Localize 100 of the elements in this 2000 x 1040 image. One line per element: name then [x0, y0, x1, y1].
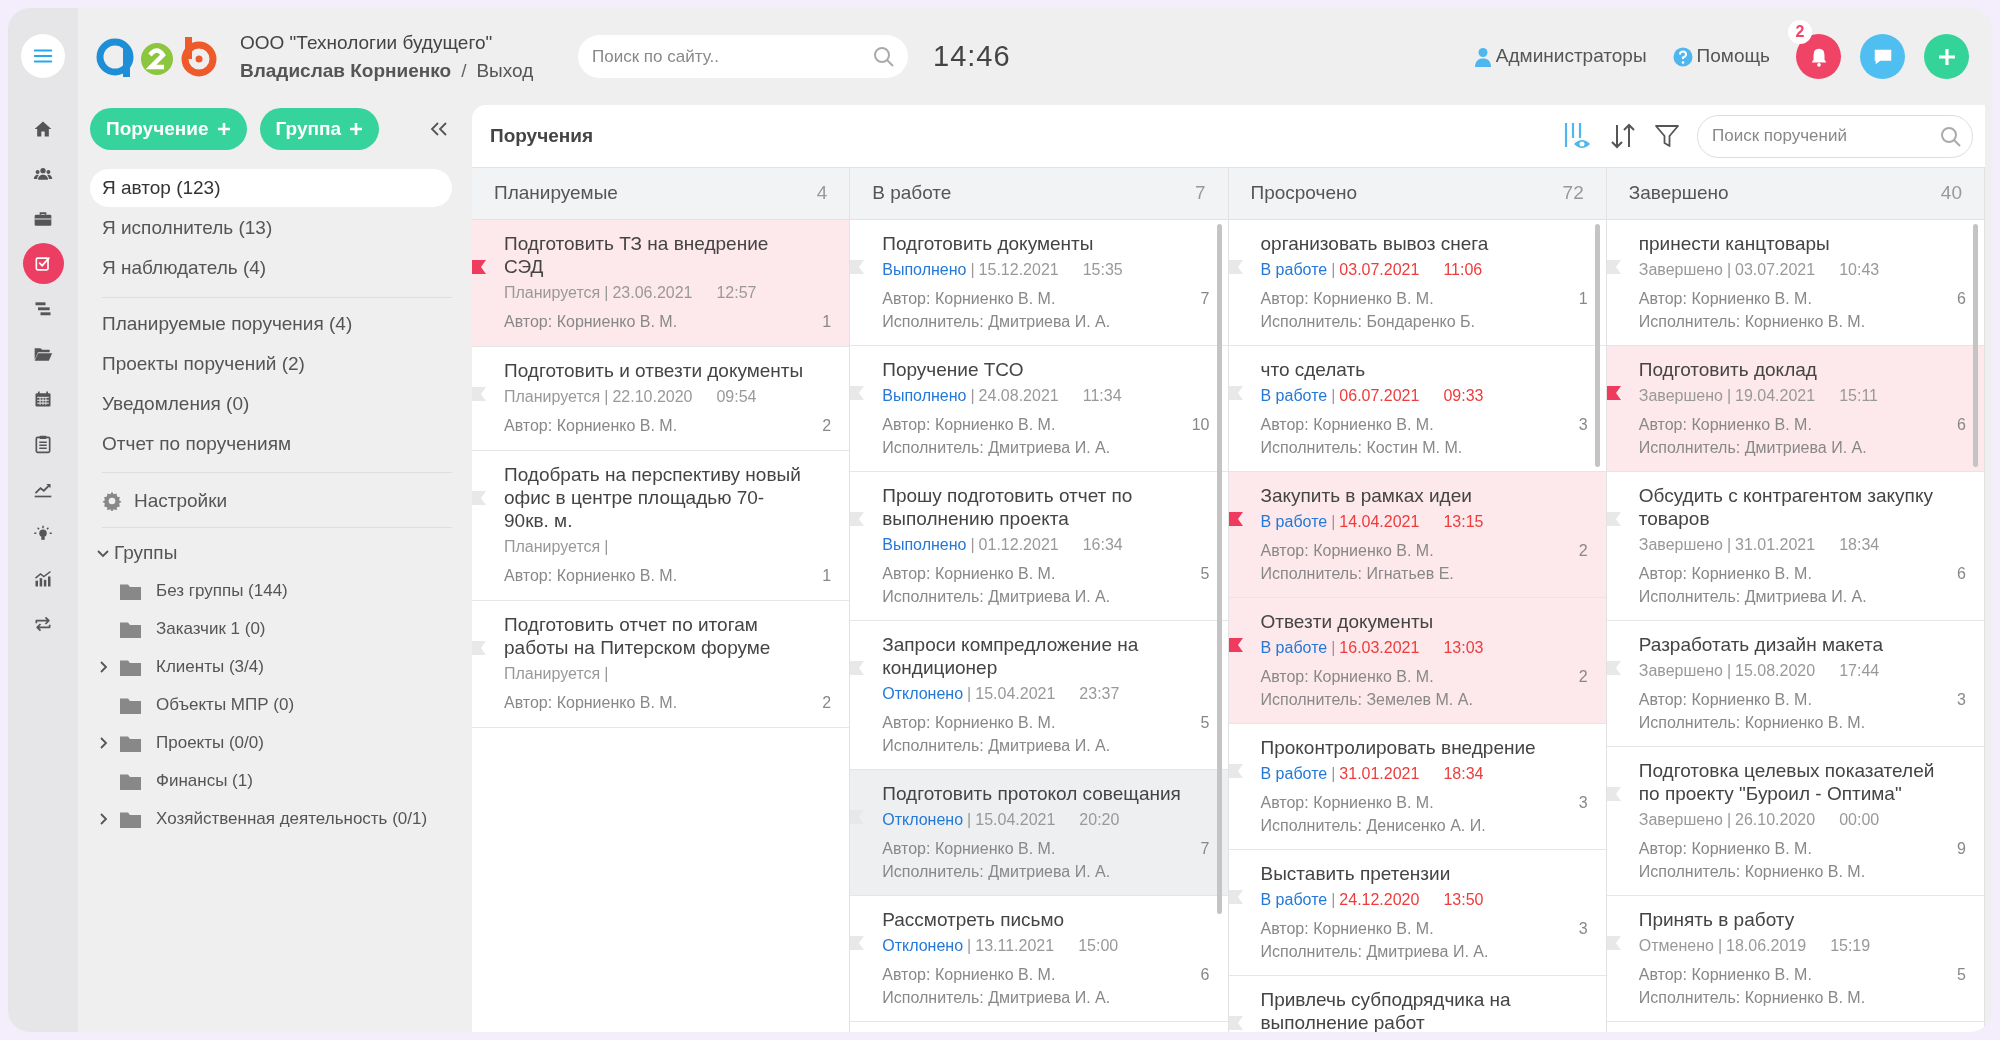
task-author: Автор: Корниенко В. М.	[1260, 793, 1434, 813]
scrollbar[interactable]	[1973, 224, 1978, 467]
search-field[interactable]: Поиск поручений	[1697, 114, 1973, 158]
task-time: 10:43	[1839, 261, 1880, 278]
status-link[interactable]: В работе	[1260, 387, 1328, 404]
separator: |	[1717, 937, 1723, 954]
task-title: Подготовить доклад	[1638, 358, 1818, 381]
group-item[interactable]: Объекты МПР (0)	[90, 686, 452, 724]
task-card[interactable]: Закупить в рамках идеи В работе | 14.04.2021 13:15 Автор: Корниенко В. М. 2 Исполнитель: Игнатьев Е.	[1228, 472, 1606, 598]
search-field[interactable]: Поиск по сайту..	[578, 35, 908, 78]
task-time: 17:44	[1839, 662, 1880, 679]
task-time: 16:34	[1082, 536, 1123, 553]
task-executor: Исполнитель: Корниенко В. М.	[1638, 862, 1867, 882]
separator: |	[1331, 387, 1336, 404]
task-card[interactable]: Подготовить доклад Завершено | 19.04.2021 15:11 Автор: Корниенко В. М. 6 Исполнитель: Дмитриева И. А.	[1606, 346, 1984, 472]
task-time: 18:34	[1839, 536, 1880, 553]
task-executor: Исполнитель: Дмитриева И. А.	[1638, 438, 1868, 458]
task-executor: Исполнитель: Корниенко В. М.	[1638, 312, 1867, 332]
task-executor: Исполнитель: Корниенко В. М.	[1638, 713, 1867, 733]
status-link[interactable]: Выполнено	[882, 387, 967, 404]
group-item[interactable]: Хозяйственная деятельность (0/1)	[90, 800, 452, 838]
status-link[interactable]: Отклонено	[882, 937, 964, 954]
groups-header[interactable]: Группы	[90, 534, 452, 572]
comment-count: 7	[1200, 289, 1210, 309]
sidebar-item[interactable]: Уведомления (0)	[90, 384, 452, 424]
status-link[interactable]: Отклонено	[882, 685, 964, 702]
filter-icon[interactable]	[1654, 123, 1680, 149]
task-time: 15:00	[1078, 937, 1119, 954]
status-text: Планируется	[504, 538, 601, 555]
comment-count: 6	[1957, 289, 1966, 309]
status-link[interactable]: В работе	[1260, 261, 1328, 278]
task-time: 13:50	[1443, 891, 1484, 908]
task-title: что сделать	[1260, 358, 1367, 381]
task-executor: Исполнитель: Дмитриева И. А.	[882, 438, 1112, 458]
status-link[interactable]: Отклонено	[882, 811, 964, 828]
task-title: Подготовить ТЗ на внедрение СЭД	[504, 232, 770, 278]
folder-icon	[120, 620, 141, 638]
comment-count: 2	[1578, 667, 1588, 687]
task-title: Обсудить с контрагентом закупку товаров	[1638, 484, 1934, 530]
admins-link[interactable]: Администраторы	[1473, 42, 1647, 71]
comment-count: 5	[1200, 564, 1210, 584]
nav-item-active[interactable]	[22, 243, 64, 284]
task-date: 15.04.2021	[975, 685, 1056, 702]
filter-item[interactable]: Я автор (123)	[90, 169, 452, 207]
status-text: Планируется	[504, 665, 601, 682]
task-time: 15:11	[1839, 387, 1878, 404]
task-title: Подготовить отчет по итогам работы на Питерском форуме	[504, 613, 772, 659]
task-time: 00:00	[1839, 811, 1880, 828]
task-date: 24.08.2021	[978, 387, 1059, 404]
menu-button[interactable]	[21, 34, 65, 78]
task-executor: Исполнитель: Земелев М. А.	[1260, 690, 1474, 710]
comment-count: 6	[1200, 965, 1210, 985]
filter-item[interactable]: Я исполнитель (13)	[90, 209, 452, 247]
filter-item[interactable]: Я наблюдатель (4)	[90, 249, 452, 287]
group-item[interactable]: Проекты (0/0)	[90, 724, 452, 762]
task-title: Принять в работу	[1638, 908, 1796, 931]
task-time: 11:34	[1082, 387, 1122, 404]
task-date: 16.03.2021	[1339, 639, 1420, 656]
folder-icon	[120, 734, 141, 752]
separator: |	[970, 536, 975, 553]
task-card[interactable]: Отвезти документы В работе | 16.03.2021 13:03 Автор: Корниенко В. М. 2 Исполнитель: Земелев М. А.	[1228, 598, 1606, 724]
sidebar-item[interactable]: Проекты поручений (2)	[90, 344, 452, 384]
status-link[interactable]: В работе	[1260, 891, 1328, 908]
sort-icon[interactable]	[1609, 122, 1637, 150]
status-link[interactable]: Выполнено	[882, 536, 967, 553]
group-item[interactable]: Финансы (1)	[90, 762, 452, 800]
clock-time: 14:46	[933, 38, 1011, 74]
comment-count: 5	[1957, 965, 1966, 985]
scrollbar[interactable]	[1594, 224, 1600, 467]
column-title: Завершено	[1628, 181, 1729, 206]
group-item[interactable]: Без группы (144)	[90, 572, 452, 610]
task-title: Подготовка целевых показателей по проекту "Буроил - Оптима"	[1638, 759, 1936, 805]
status-text: Завершено	[1638, 536, 1723, 553]
task-card[interactable]: Подготовить протокол совещания Отклонено | 15.04.2021 20:20 Автор: Корниенко В. М. 7 Исполнитель: Дмитриева И. А.	[850, 770, 1228, 896]
status-link[interactable]: В работе	[1260, 765, 1328, 782]
separator: |	[1331, 891, 1336, 908]
status-link[interactable]: В работе	[1260, 513, 1328, 530]
task-executor: Исполнитель: Бондаренко Б.	[1260, 312, 1476, 332]
scrollbar[interactable]	[1216, 224, 1222, 914]
task-card[interactable]: Подготовить ТЗ на внедрение СЭД Планируется | 23.06.2021 12:57 Автор: Корниенко В. М. 1	[472, 220, 850, 347]
settings-item[interactable]: Настройки	[90, 477, 452, 525]
separator: |	[970, 387, 975, 404]
sidebar-item[interactable]: Планируемые поручения (4)	[90, 304, 452, 344]
collapse-icon[interactable]	[429, 121, 449, 137]
status-link[interactable]: В работе	[1260, 639, 1328, 656]
logout-link[interactable]: Выход	[476, 59, 534, 82]
separator: |	[604, 538, 609, 555]
task-date: 15.04.2021	[975, 811, 1056, 828]
task-author: Автор: Корниенко В. М.	[882, 713, 1056, 733]
help-link[interactable]: Помощь	[1672, 42, 1770, 71]
group-item[interactable]: Заказчик 1 (0)	[90, 610, 452, 648]
status-link[interactable]: Выполнено	[882, 261, 967, 278]
sidebar-item[interactable]: Отчет по поручениям	[90, 424, 452, 464]
comment-count: 3	[1957, 690, 1966, 710]
group-item[interactable]: Клиенты (3/4)	[90, 648, 452, 686]
comment-count: 9	[1957, 839, 1966, 859]
search-icon	[872, 45, 896, 69]
task-executor: Исполнитель: Игнатьев Е.	[1260, 564, 1455, 584]
gear-icon	[102, 491, 122, 511]
task-author: Автор: Корниенко В. М.	[882, 564, 1056, 584]
